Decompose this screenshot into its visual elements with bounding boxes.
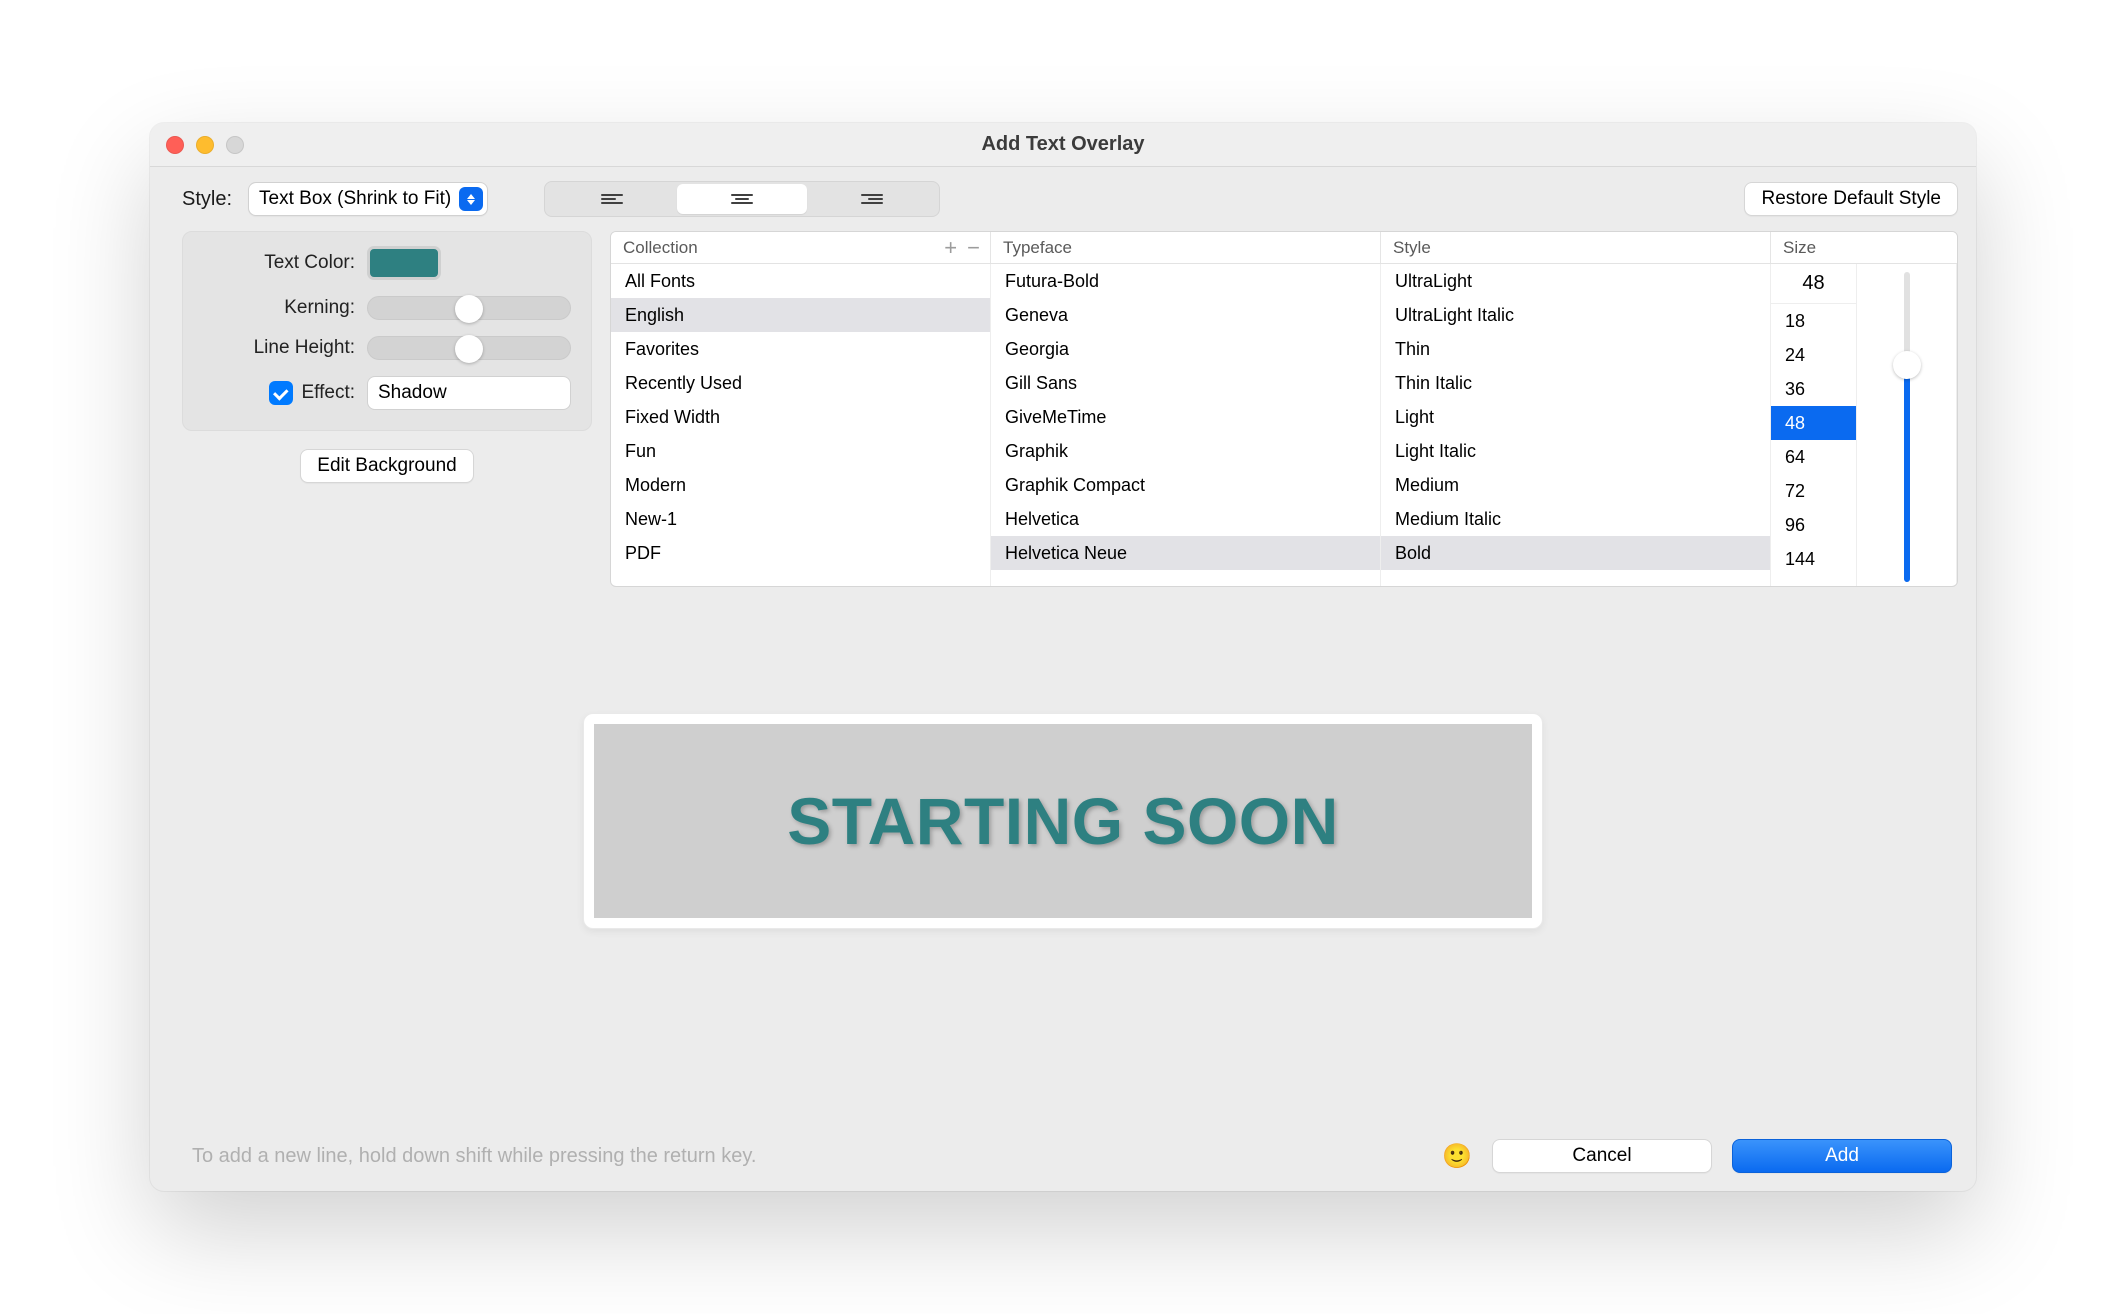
size-option[interactable]: 48 xyxy=(1771,406,1856,440)
list-item[interactable]: Georgia xyxy=(991,332,1380,366)
list-item[interactable]: Thin Italic xyxy=(1381,366,1770,400)
list-item[interactable]: Helvetica xyxy=(991,502,1380,536)
top-toolbar: Style: Text Box (Shrink to Fit) Res xyxy=(150,167,1976,217)
list-item[interactable]: Geneva xyxy=(991,298,1380,332)
size-option[interactable]: 18 xyxy=(1771,304,1856,338)
minimize-window-button[interactable] xyxy=(196,136,214,154)
emoji-picker-button[interactable]: 🙂 xyxy=(1442,1142,1472,1171)
kerning-slider[interactable] xyxy=(367,296,571,320)
list-item[interactable]: English xyxy=(611,298,990,332)
list-item[interactable]: PDF xyxy=(611,536,990,570)
size-option[interactable]: 36 xyxy=(1771,372,1856,406)
effect-dropdown-value: Shadow xyxy=(378,382,550,404)
restore-default-style-button[interactable]: Restore Default Style xyxy=(1744,182,1958,216)
size-column: 48 18243648647296144 xyxy=(1771,264,1957,586)
collection-header: Collection + − xyxy=(611,232,991,263)
font-browser-body: All FontsEnglishFavoritesRecently UsedFi… xyxy=(611,264,1957,586)
list-item[interactable]: Modern xyxy=(611,468,990,502)
list-item[interactable]: UltraLight Italic xyxy=(1381,298,1770,332)
list-item[interactable]: Favorites xyxy=(611,332,990,366)
edit-background-button[interactable]: Edit Background xyxy=(300,449,473,483)
list-item[interactable]: Medium Italic xyxy=(1381,502,1770,536)
size-option[interactable]: 144 xyxy=(1771,542,1856,576)
collection-list[interactable]: All FontsEnglishFavoritesRecently UsedFi… xyxy=(611,264,991,586)
chevron-updown-icon xyxy=(459,187,483,211)
style-dropdown-value: Text Box (Shrink to Fit) xyxy=(259,188,451,210)
line-height-slider[interactable] xyxy=(367,336,571,360)
list-item[interactable]: Bold xyxy=(1381,536,1770,570)
list-item[interactable]: New-1 xyxy=(611,502,990,536)
list-item[interactable]: All Fonts xyxy=(611,264,990,298)
remove-collection-button[interactable]: − xyxy=(967,235,980,261)
align-center-icon xyxy=(731,194,753,204)
style-list[interactable]: UltraLightUltraLight ItalicThinThin Ital… xyxy=(1381,264,1771,586)
font-browser-headers: Collection + − Typeface Style Size xyxy=(611,232,1957,264)
size-input[interactable]: 48 xyxy=(1771,264,1856,304)
list-item[interactable]: Recently Used xyxy=(611,366,990,400)
footer-hint: To add a new line, hold down shift while… xyxy=(192,1145,756,1168)
close-window-button[interactable] xyxy=(166,136,184,154)
size-header: Size xyxy=(1771,232,1957,263)
window: Add Text Overlay Style: Text Box (Shrink… xyxy=(150,123,1976,1191)
list-item[interactable]: Medium xyxy=(1381,468,1770,502)
list-item[interactable]: Light xyxy=(1381,400,1770,434)
style-header: Style xyxy=(1381,232,1771,263)
main-area: Text Color: Kerning: Line Height: xyxy=(150,217,1976,676)
footer: To add a new line, hold down shift while… xyxy=(150,1121,1976,1191)
left-column: Text Color: Kerning: Line Height: xyxy=(182,231,592,676)
list-item[interactable]: Graphik xyxy=(991,434,1380,468)
zoom-window-button[interactable] xyxy=(226,136,244,154)
typeface-list[interactable]: Futura-BoldGenevaGeorgiaGill SansGiveMeT… xyxy=(991,264,1381,586)
effect-dropdown[interactable]: Shadow xyxy=(367,376,571,410)
add-collection-button[interactable]: + xyxy=(944,235,957,261)
list-item[interactable]: Graphik Compact xyxy=(991,468,1380,502)
align-right-icon xyxy=(861,194,883,204)
list-item[interactable]: Gill Sans xyxy=(991,366,1380,400)
list-item[interactable]: Helvetica Neue xyxy=(991,536,1380,570)
alignment-segmented-control xyxy=(544,181,940,217)
size-option[interactable]: 96 xyxy=(1771,508,1856,542)
size-list[interactable]: 18243648647296144 xyxy=(1771,304,1856,586)
list-item[interactable]: Fun xyxy=(611,434,990,468)
size-slider[interactable] xyxy=(1892,272,1922,582)
align-left-icon xyxy=(601,194,623,204)
list-item[interactable]: Fixed Width xyxy=(611,400,990,434)
effect-checkbox[interactable] xyxy=(269,381,293,405)
list-item[interactable]: GiveMeTime xyxy=(991,400,1380,434)
add-button[interactable]: Add xyxy=(1732,1139,1952,1173)
traffic-lights xyxy=(166,123,244,166)
list-item[interactable]: Futura-Bold xyxy=(991,264,1380,298)
titlebar: Add Text Overlay xyxy=(150,123,1976,167)
size-option[interactable]: 64 xyxy=(1771,440,1856,474)
size-option[interactable]: 24 xyxy=(1771,338,1856,372)
typeface-header: Typeface xyxy=(991,232,1381,263)
chevron-updown-icon xyxy=(550,384,566,402)
properties-panel: Text Color: Kerning: Line Height: xyxy=(182,231,592,431)
line-height-label: Line Height: xyxy=(195,337,355,359)
align-left-button[interactable] xyxy=(547,184,677,214)
size-option[interactable]: 72 xyxy=(1771,474,1856,508)
list-item[interactable]: UltraLight xyxy=(1381,264,1770,298)
font-browser: Collection + − Typeface Style Size All F… xyxy=(610,231,1958,587)
text-color-swatch[interactable] xyxy=(367,246,441,280)
style-dropdown[interactable]: Text Box (Shrink to Fit) xyxy=(248,182,488,216)
window-title: Add Text Overlay xyxy=(981,133,1144,156)
style-label: Style: xyxy=(182,188,232,211)
align-right-button[interactable] xyxy=(807,184,937,214)
cancel-button[interactable]: Cancel xyxy=(1492,1139,1712,1173)
effect-label: Effect: xyxy=(301,382,355,404)
list-item[interactable]: Light Italic xyxy=(1381,434,1770,468)
list-item[interactable]: Thin xyxy=(1381,332,1770,366)
collection-header-label: Collection xyxy=(623,238,698,258)
kerning-label: Kerning: xyxy=(195,297,355,319)
align-center-button[interactable] xyxy=(677,184,807,214)
text-color-label: Text Color: xyxy=(195,252,355,274)
